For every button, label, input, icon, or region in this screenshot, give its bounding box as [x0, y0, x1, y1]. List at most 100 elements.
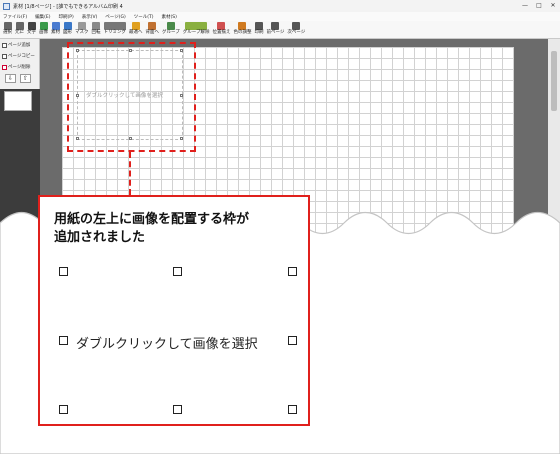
handle-middle-right — [288, 336, 297, 345]
callout-connector — [129, 152, 131, 195]
toolbar-button-image[interactable]: 画像 — [38, 21, 49, 39]
toolbar-button-prev-page[interactable]: 前ページ — [265, 21, 285, 39]
front-icon — [131, 22, 140, 30]
menu-page[interactable]: ページ(G) — [105, 14, 125, 20]
close-button[interactable]: ✕ — [546, 0, 560, 12]
copy-page-label: ページコピー — [8, 54, 35, 59]
handle-bottom-left — [59, 405, 68, 414]
menu-edit[interactable]: 編集(E) — [35, 14, 50, 20]
delete-page-button[interactable]: ページ削除 — [0, 62, 39, 72]
delete-page-label: ページ削除 — [8, 65, 31, 70]
toolbar-button-color-adjust[interactable]: 色の調整 — [232, 21, 252, 39]
cursor-icon — [3, 22, 12, 30]
toolbar-button-mask[interactable]: マスク — [74, 21, 90, 39]
toolbar-label: 次ページ — [287, 30, 306, 35]
toolbar-label: 位置揃え — [212, 30, 231, 35]
app-screenshot: 素材 [1/8ページ] - [誰でもできるアルバム印刷 4 — □ ✕ ファイル… — [0, 0, 560, 454]
menu-material[interactable]: 素材(S) — [161, 14, 176, 20]
group-icon — [166, 22, 175, 30]
mask-icon — [77, 22, 86, 30]
back-icon — [148, 22, 157, 30]
callout-title-line1: 用紙の左上に画像を配置する枠が — [54, 212, 250, 227]
rotate-icon — [92, 22, 100, 30]
window-controls: — □ ✕ — [518, 0, 560, 12]
menu-file[interactable]: ファイル(F) — [3, 14, 27, 20]
handle-middle-left — [59, 336, 68, 345]
toolbar-label: トリミング — [103, 30, 127, 35]
toolbar-label: グループ — [162, 30, 180, 35]
callout-title-line2: 追加されました — [54, 230, 146, 245]
app-icon — [3, 2, 10, 10]
page-thumbnail[interactable] — [4, 91, 32, 111]
printer-icon — [254, 22, 263, 30]
toolbar-button-next-page[interactable]: 次ページ — [286, 21, 306, 39]
next-page-icon — [292, 22, 301, 30]
scrollbar-thumb[interactable] — [551, 51, 557, 111]
toolbar-label: 選択 — [3, 30, 12, 35]
page-add-icon — [2, 42, 7, 48]
color-adjust-icon — [238, 22, 247, 30]
clip-icon — [51, 22, 60, 30]
menu-view[interactable]: 表示(V) — [82, 14, 98, 20]
page-delete-icon — [2, 64, 7, 70]
toolbar-button-undo[interactable]: 元に — [14, 21, 25, 39]
toolbar-label: 図形 — [63, 30, 72, 35]
move-page-up-button[interactable]: ⇧ — [20, 74, 31, 83]
menu-print[interactable]: 印刷(P) — [58, 14, 73, 20]
toolbar-label: 画像 — [39, 30, 48, 35]
toolbar-button-ungroup[interactable]: グループ解除 — [182, 21, 211, 39]
text-icon — [27, 22, 36, 30]
toolbar-label: 色の調整 — [233, 30, 252, 35]
copy-page-button[interactable]: ページコピー — [0, 51, 39, 61]
align-icon — [217, 22, 226, 30]
toolbar-button-cursor[interactable]: 選択 — [2, 21, 13, 39]
toolbar-button-shape[interactable]: 図形 — [62, 21, 73, 39]
handle-top-center — [173, 267, 182, 276]
shape-icon — [63, 22, 72, 30]
callout-frame-hint: ダブルクリックして画像を選択 — [76, 337, 258, 352]
callout-title: 用紙の左上に画像を配置する枠が 追加されました — [54, 211, 249, 247]
add-page-button[interactable]: ページ追加 — [0, 40, 39, 50]
undo-icon — [15, 22, 24, 30]
toolbar-label: 回転 — [91, 30, 101, 35]
handle-top-right — [288, 267, 297, 276]
handle-bottom-center — [173, 405, 182, 414]
toolbar-label: 前ページ — [266, 30, 285, 35]
page-copy-icon — [2, 53, 7, 59]
menu-tools[interactable]: ツール(T) — [134, 14, 154, 20]
crop-icon — [103, 22, 126, 30]
add-page-label: ページ追加 — [8, 43, 31, 48]
toolbar-label: グループ解除 — [182, 30, 210, 35]
toolbar: 選択 元に 文字 画像 素材 図形 マスク 回転 トリミング 最適へ 背面へ グループ グループ解除 位置… — [0, 21, 560, 39]
toolbar-label: 背面へ — [145, 30, 160, 35]
toolbar-button-text[interactable]: 文字 — [26, 21, 37, 39]
window-title: 素材 [1/8ページ] - [誰でもできるアルバム印刷 4 — [13, 3, 123, 10]
toolbar-button-crop[interactable]: トリミング — [103, 21, 128, 39]
toolbar-button-align[interactable]: 位置揃え — [211, 21, 231, 39]
toolbar-button-group[interactable]: グループ — [161, 21, 181, 39]
toolbar-label: 素材 — [51, 30, 60, 35]
toolbar-button-printer[interactable]: 印刷 — [253, 21, 264, 39]
callout-box: 用紙の左上に画像を配置する枠が 追加されました ダブルクリックして画像を選択 — [38, 195, 310, 426]
handle-top-left — [59, 267, 68, 276]
handle-bottom-right — [288, 405, 297, 414]
image-icon — [39, 22, 48, 30]
move-page-down-button[interactable]: ⇩ — [5, 74, 16, 83]
highlight-box — [67, 42, 196, 152]
toolbar-button-rotate[interactable]: 回転 — [91, 21, 102, 39]
toolbar-button-clip[interactable]: 素材 — [50, 21, 61, 39]
toolbar-label: マスク — [75, 30, 89, 35]
toolbar-label: 元に — [15, 30, 24, 35]
toolbar-label: 文字 — [27, 30, 36, 35]
prev-page-icon — [271, 22, 280, 30]
maximize-button[interactable]: □ — [532, 0, 546, 12]
minimize-button[interactable]: — — [518, 0, 532, 12]
toolbar-button-front[interactable]: 最適へ — [128, 21, 144, 39]
toolbar-button-back[interactable]: 背面へ — [145, 21, 161, 39]
title-bar: 素材 [1/8ページ] - [誰でもできるアルバム印刷 4 — □ ✕ — [0, 0, 560, 12]
menu-bar: ファイル(F) 編集(E) 印刷(P) 表示(V) ページ(G) ツール(T) … — [0, 12, 560, 21]
toolbar-label: 最適へ — [129, 30, 143, 35]
ungroup-icon — [185, 22, 208, 30]
toolbar-label: 印刷 — [254, 30, 264, 35]
page-move-arrows: ⇩ ⇧ — [0, 74, 39, 83]
